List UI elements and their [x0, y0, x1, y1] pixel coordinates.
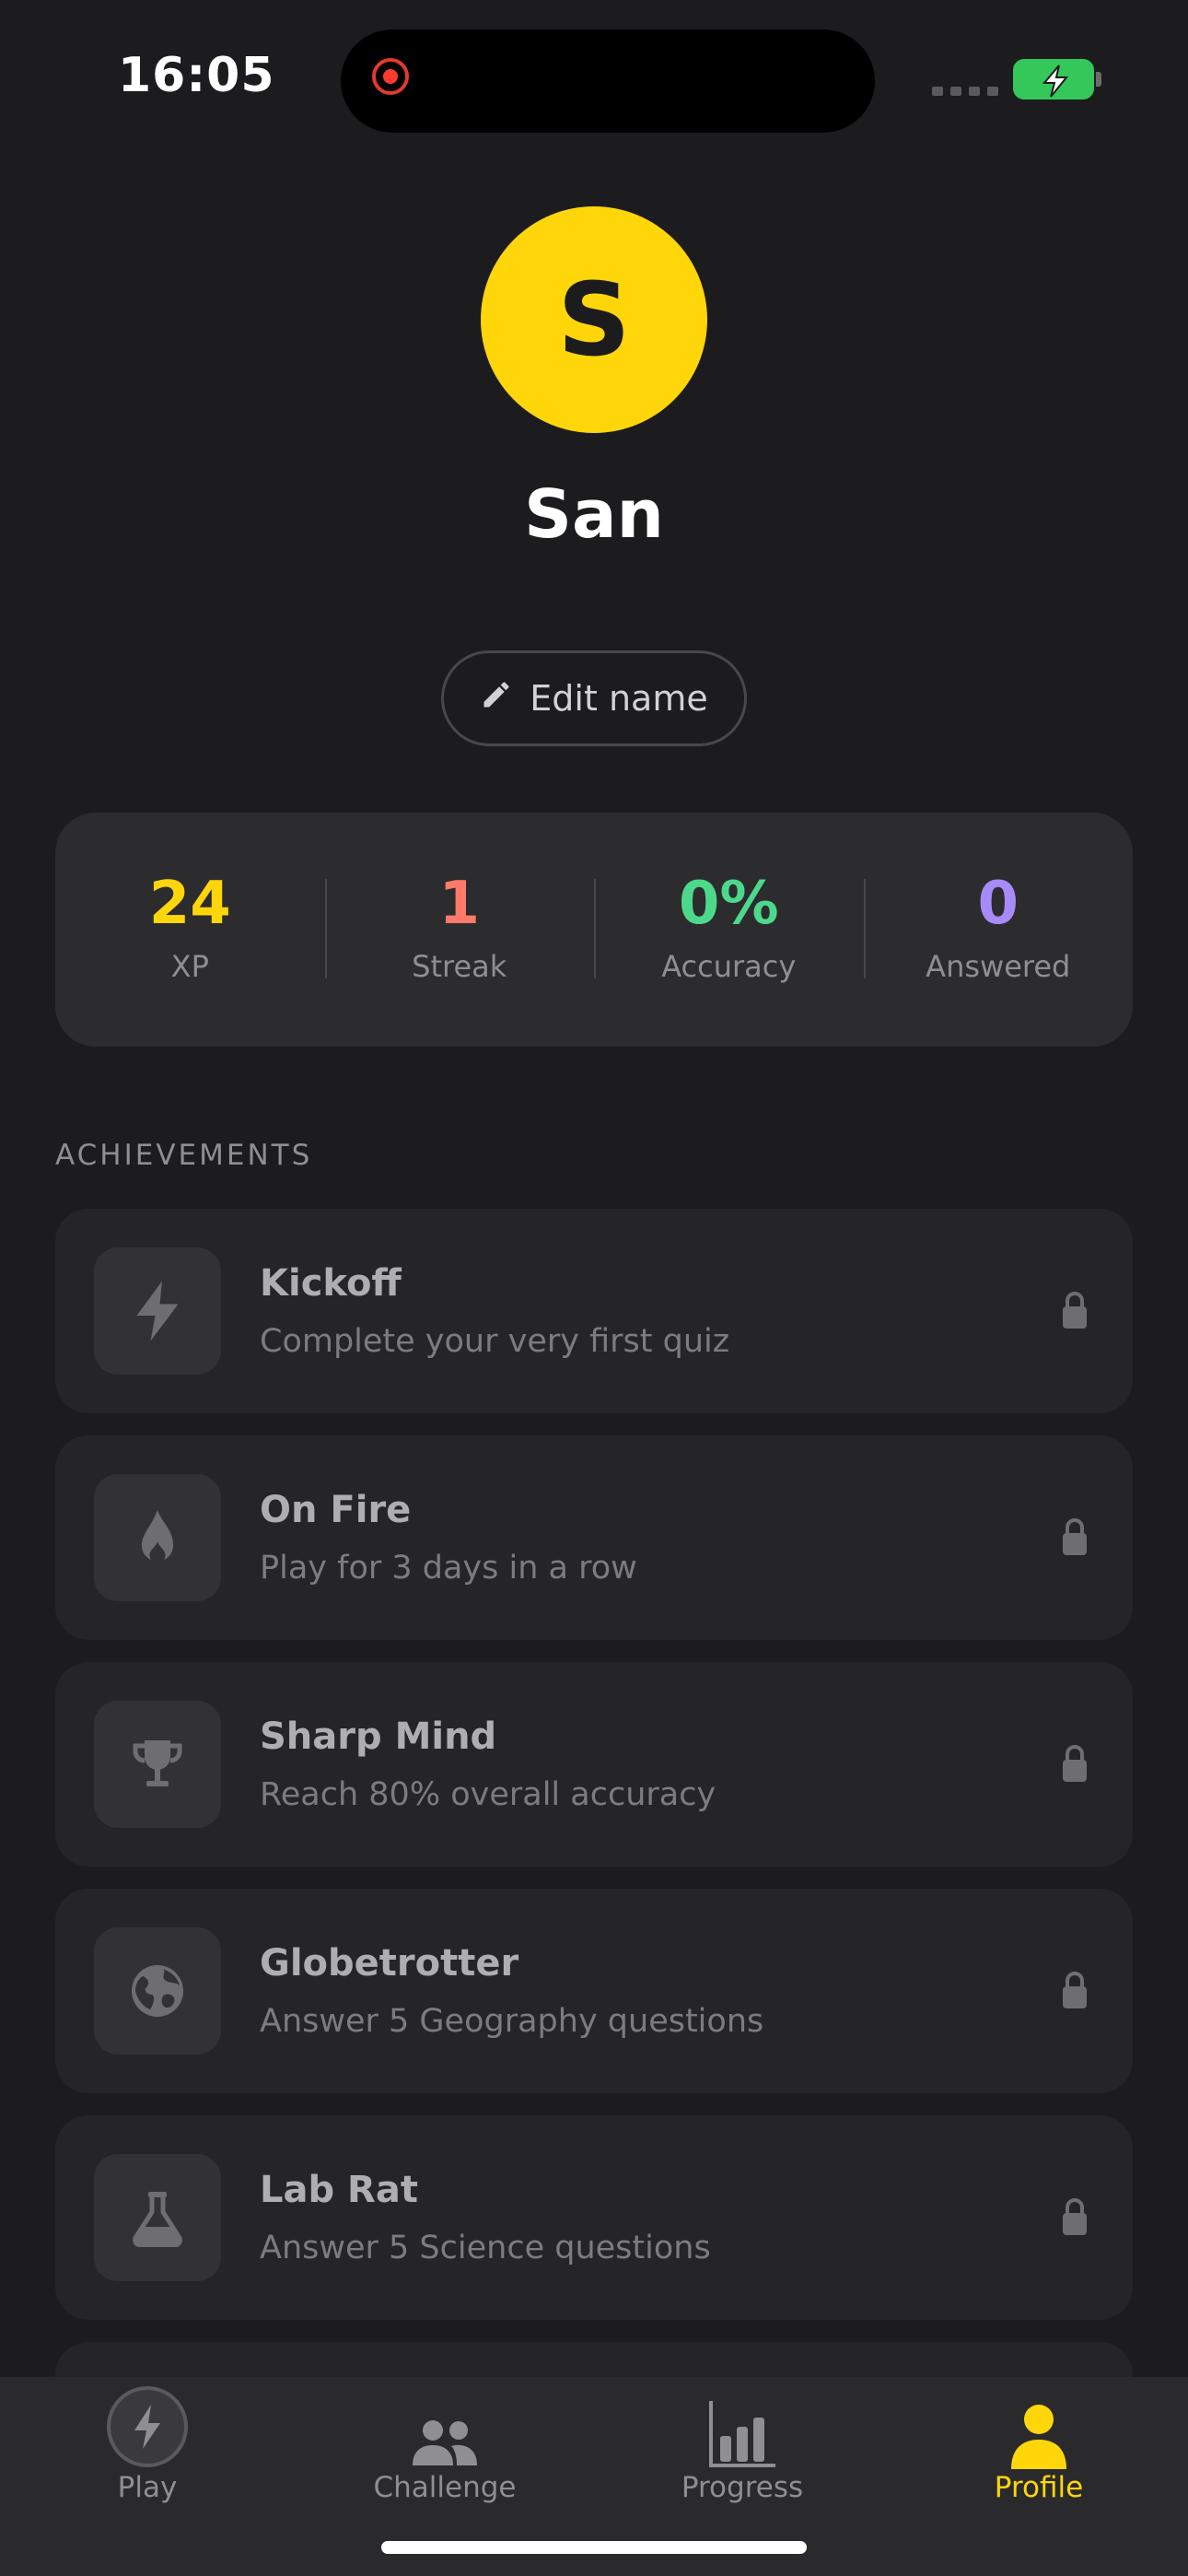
flame-icon	[94, 1474, 221, 1601]
tab-label: Play	[117, 2471, 178, 2504]
achievement-card-on-fire[interactable]: On Fire Play for 3 days in a row	[55, 1435, 1133, 1640]
person-icon	[1009, 2386, 1068, 2469]
pencil-icon	[480, 678, 513, 720]
tab-label: Progress	[681, 2471, 804, 2504]
battery-tip	[1096, 72, 1101, 87]
stat-value: 0	[977, 870, 1019, 938]
lightning-icon	[105, 2386, 190, 2469]
bar-chart-icon	[707, 2386, 777, 2469]
tab-progress[interactable]: Progress	[623, 2377, 862, 2506]
status-time: 16:05	[118, 48, 275, 103]
stat-value: 0%	[678, 870, 779, 938]
tab-label: Challenge	[373, 2471, 517, 2504]
lock-icon	[1061, 1970, 1089, 2014]
achievement-desc: Reach 80% overall accuracy	[260, 1776, 716, 1813]
stat-label: Accuracy	[661, 949, 797, 984]
globe-icon	[94, 1927, 221, 2055]
achievement-title: Sharp Mind	[260, 1715, 497, 1758]
stat-value: 1	[438, 870, 481, 938]
stat-value: 24	[148, 870, 231, 938]
edit-name-button[interactable]: Edit name	[441, 650, 747, 746]
achievement-desc: Complete your very first quiz	[260, 1323, 730, 1360]
battery-icon	[1013, 59, 1094, 100]
stat-accuracy: 0% Accuracy	[594, 813, 864, 1047]
achievement-desc: Answer 5 Science questions	[260, 2230, 711, 2266]
achievement-title: Kickoff	[260, 1262, 402, 1305]
lightning-icon	[94, 1247, 221, 1375]
achievement-card-sharp-mind[interactable]: Sharp Mind Reach 80% overall accuracy	[55, 1662, 1133, 1867]
edit-name-label: Edit name	[530, 678, 708, 719]
stat-streak: 1 Streak	[324, 813, 595, 1047]
achievement-title: Lab Rat	[260, 2169, 418, 2211]
lock-icon	[1061, 1290, 1089, 1334]
stat-xp: 24 XP	[55, 813, 325, 1047]
achievement-desc: Answer 5 Geography questions	[260, 2003, 764, 2040]
stats-card: 24 XP 1 Streak 0% Accuracy 0 Answered	[55, 813, 1133, 1047]
home-indicator	[381, 2541, 807, 2554]
tab-challenge[interactable]: Challenge	[325, 2377, 565, 2506]
section-title-achievements: ACHIEVEMENTS	[55, 1139, 313, 1172]
flask-icon	[94, 2154, 221, 2281]
lock-icon	[1061, 2196, 1089, 2241]
achievement-card-globetrotter[interactable]: Globetrotter Answer 5 Geography question…	[55, 1889, 1133, 2093]
recording-icon	[372, 58, 409, 95]
avatar: S	[481, 206, 707, 433]
achievement-title: On Fire	[260, 1489, 412, 1531]
trophy-icon	[94, 1701, 221, 1828]
stat-label: Streak	[412, 949, 507, 984]
stat-label: XP	[170, 949, 209, 984]
stat-label: Answered	[926, 949, 1071, 984]
lock-icon	[1061, 1516, 1089, 1561]
stat-answered: 0 Answered	[863, 813, 1134, 1047]
signal-icon	[932, 87, 998, 96]
achievement-desc: Play for 3 days in a row	[260, 1550, 637, 1587]
dynamic-island	[341, 29, 875, 133]
profile-name: San	[524, 475, 664, 553]
tab-label: Profile	[994, 2471, 1084, 2504]
people-icon	[411, 2386, 479, 2469]
achievement-title: Globetrotter	[260, 1942, 519, 1985]
tab-play[interactable]: Play	[28, 2377, 267, 2506]
achievement-card-kickoff[interactable]: Kickoff Complete your very first quiz	[55, 1209, 1133, 1413]
achievement-card-lab-rat[interactable]: Lab Rat Answer 5 Science questions	[55, 2115, 1133, 2320]
tab-profile[interactable]: Profile	[919, 2377, 1159, 2506]
lock-icon	[1061, 1743, 1089, 1787]
